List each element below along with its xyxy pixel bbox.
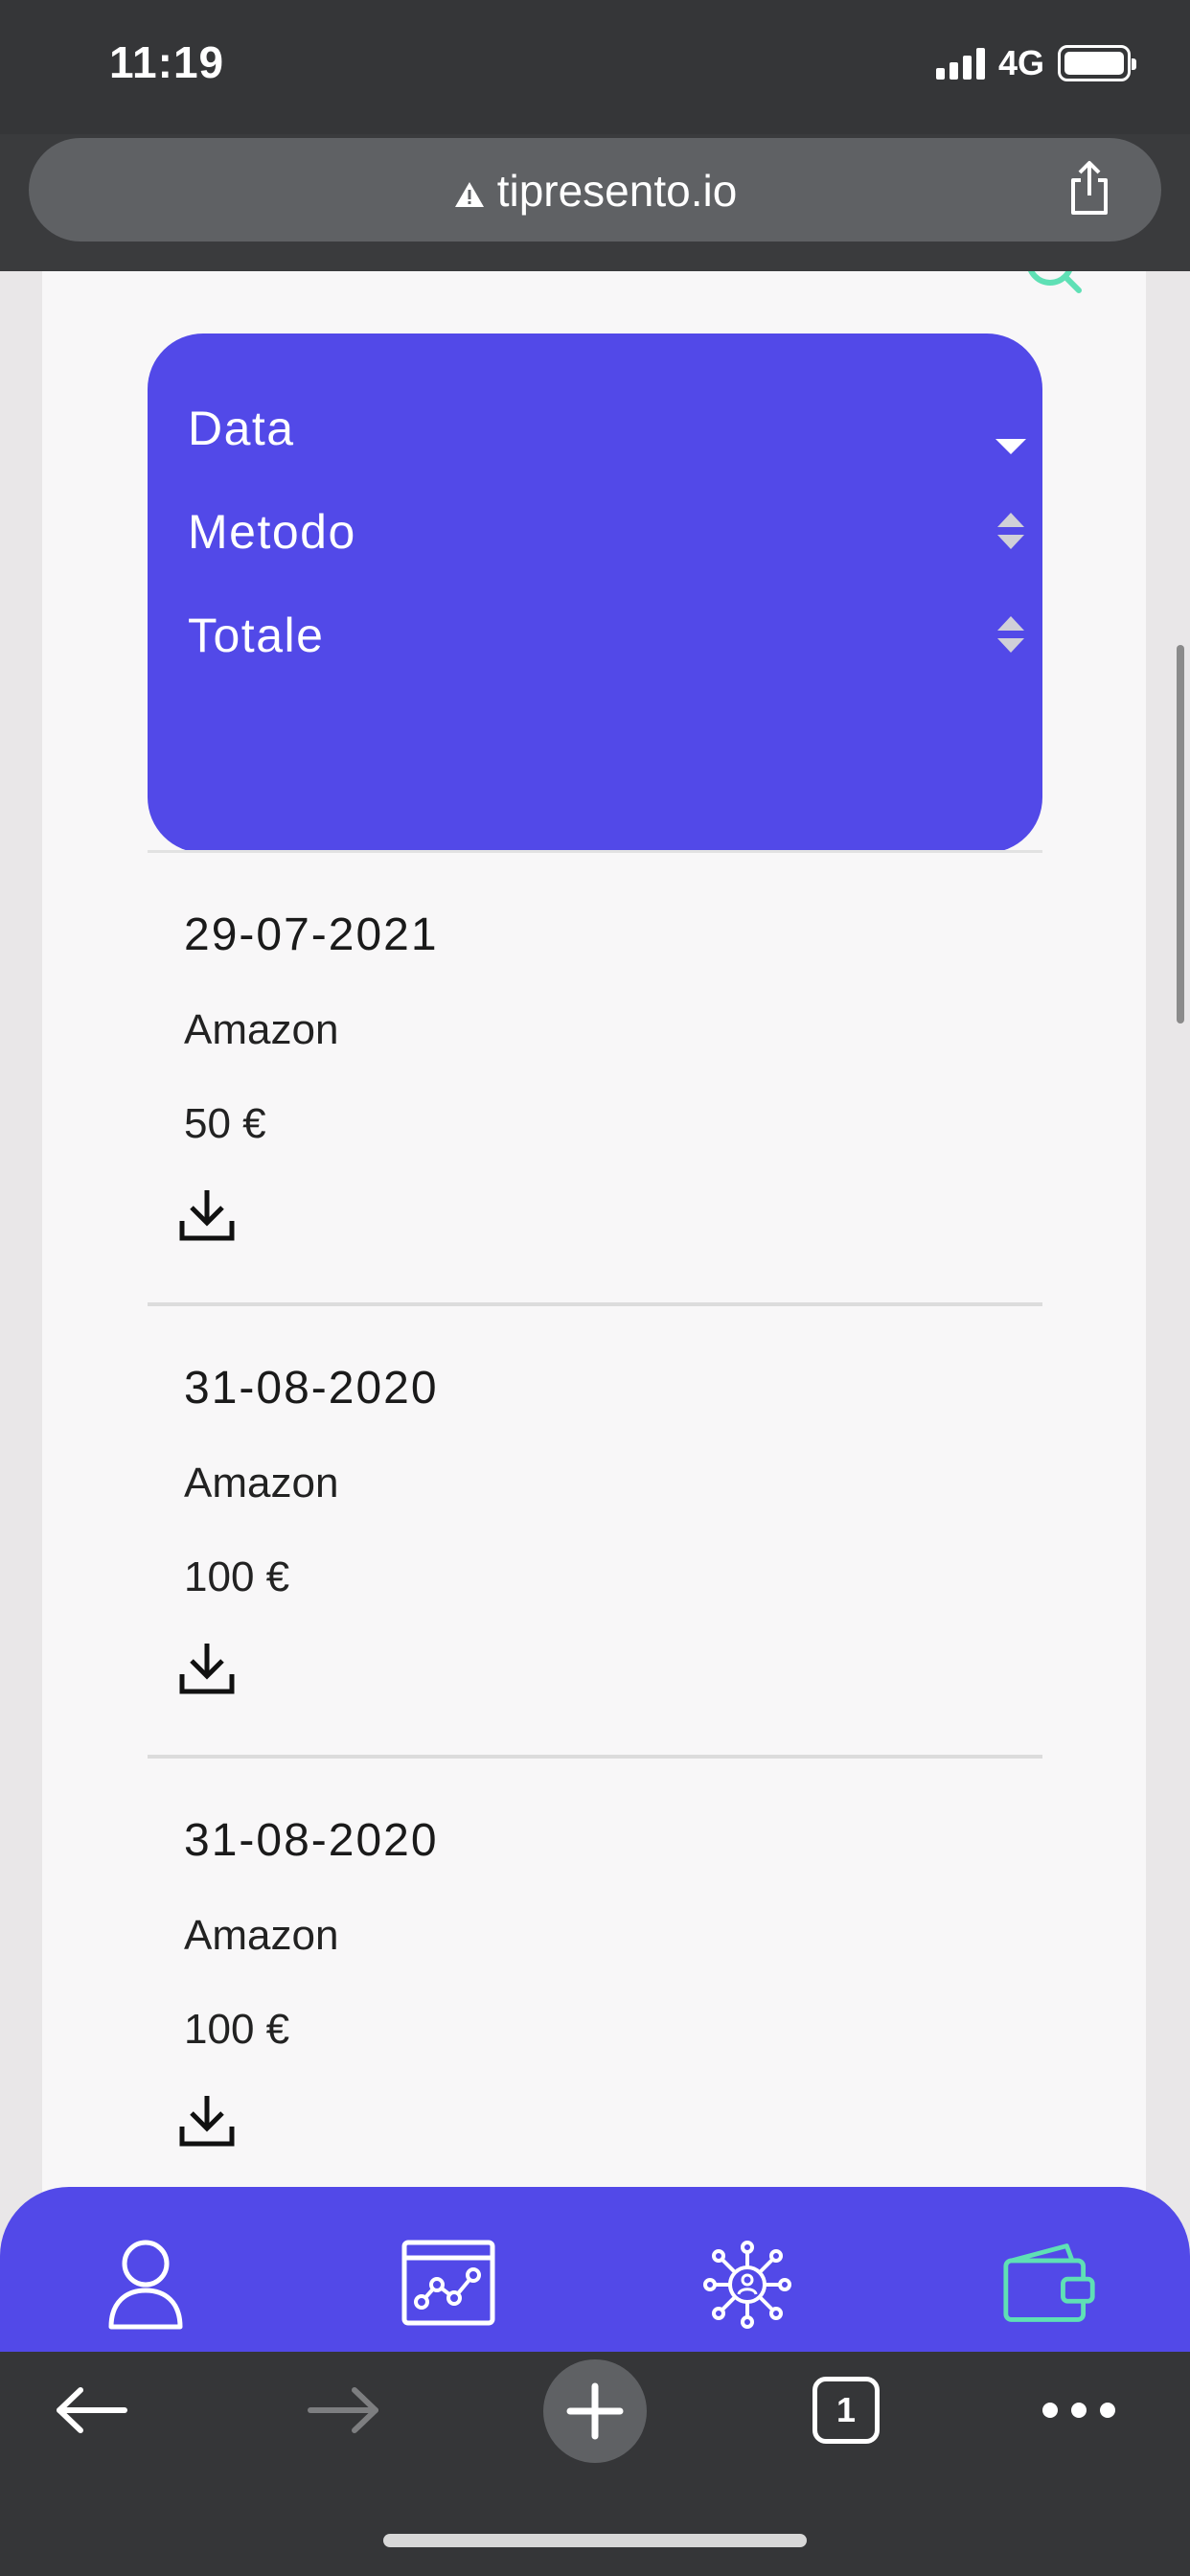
sort-option-label: Totale — [188, 609, 325, 662]
transaction-method: Amazon — [184, 1912, 339, 1959]
sort-descending-icon — [995, 439, 1026, 454]
sort-unsorted-icon — [997, 513, 1024, 549]
wallet-icon — [1003, 2243, 1095, 2322]
tab-count: 1 — [812, 2377, 880, 2444]
profile-icon — [108, 2240, 183, 2330]
app-bottom-nav — [0, 2187, 1190, 2352]
back-arrow-icon — [57, 2387, 127, 2433]
transaction-list: 29-07-2021 Amazon 50 € 31-08-2020 Amazon… — [148, 850, 1042, 2207]
list-item: 29-07-2021 Amazon 50 € — [148, 850, 1042, 1302]
scrollbar[interactable] — [1177, 645, 1184, 1024]
sort-option-metodo[interactable]: Metodo — [188, 494, 1024, 562]
list-item: 31-08-2020 Amazon 100 € — [148, 1302, 1042, 1755]
status-indicators: 4G — [935, 42, 1136, 84]
cellular-signal-icon — [935, 47, 985, 80]
network-type: 4G — [997, 43, 1044, 82]
sort-option-label: Metodo — [188, 505, 356, 559]
transaction-date: 29-07-2021 — [184, 909, 439, 960]
nav-item-network[interactable] — [699, 2239, 795, 2334]
transaction-total: 50 € — [184, 1100, 266, 1147]
transaction-total: 100 € — [184, 1553, 290, 1600]
search-icon[interactable] — [1019, 271, 1087, 300]
forward-arrow-icon — [308, 2387, 378, 2433]
network-icon — [703, 2241, 791, 2329]
more-dots-icon — [1042, 2403, 1115, 2418]
new-tab-button[interactable] — [543, 2359, 647, 2463]
download-icon[interactable] — [176, 2092, 238, 2150]
download-icon[interactable] — [176, 1640, 238, 1697]
web-page: Data Metodo Totale 29-07-2021 Amazon 50 … — [0, 271, 1190, 2351]
download-icon[interactable] — [176, 1186, 238, 1244]
home-indicator — [383, 2534, 807, 2547]
nav-item-profile[interactable] — [98, 2239, 194, 2334]
more-menu-button[interactable] — [1039, 2396, 1119, 2425]
warning-icon — [454, 181, 484, 207]
sort-option-label: Data — [188, 402, 295, 455]
transaction-method: Amazon — [184, 1006, 339, 1053]
address-bar[interactable]: tipresento.io — [29, 138, 1161, 242]
sort-header-card: Data Metodo Totale — [148, 334, 1042, 853]
nav-item-wallet[interactable] — [1002, 2239, 1098, 2334]
analytics-icon — [401, 2240, 495, 2326]
transaction-method: Amazon — [184, 1460, 339, 1506]
list-item: 31-08-2020 Amazon 100 € — [148, 1755, 1042, 2207]
status-bar: 11:19 4G — [0, 0, 1190, 134]
transaction-date: 31-08-2020 — [184, 1815, 439, 1866]
battery-icon — [1058, 45, 1136, 81]
share-icon[interactable] — [1065, 159, 1113, 217]
plus-icon — [566, 2382, 624, 2440]
sort-option-totale[interactable]: Totale — [188, 598, 1024, 665]
tabs-button[interactable]: 1 — [812, 2377, 880, 2444]
transaction-total: 100 € — [184, 2006, 290, 2053]
nav-item-analytics[interactable] — [400, 2239, 496, 2334]
url-text: tipresento.io — [496, 166, 738, 216]
url-display[interactable]: tipresento.io — [29, 165, 1161, 217]
sort-unsorted-icon — [997, 616, 1024, 653]
sort-option-data[interactable]: Data — [188, 391, 1026, 458]
forward-button[interactable] — [305, 2386, 381, 2434]
transaction-date: 31-08-2020 — [184, 1363, 439, 1414]
status-time: 11:19 — [109, 37, 225, 87]
back-button[interactable] — [54, 2386, 130, 2434]
